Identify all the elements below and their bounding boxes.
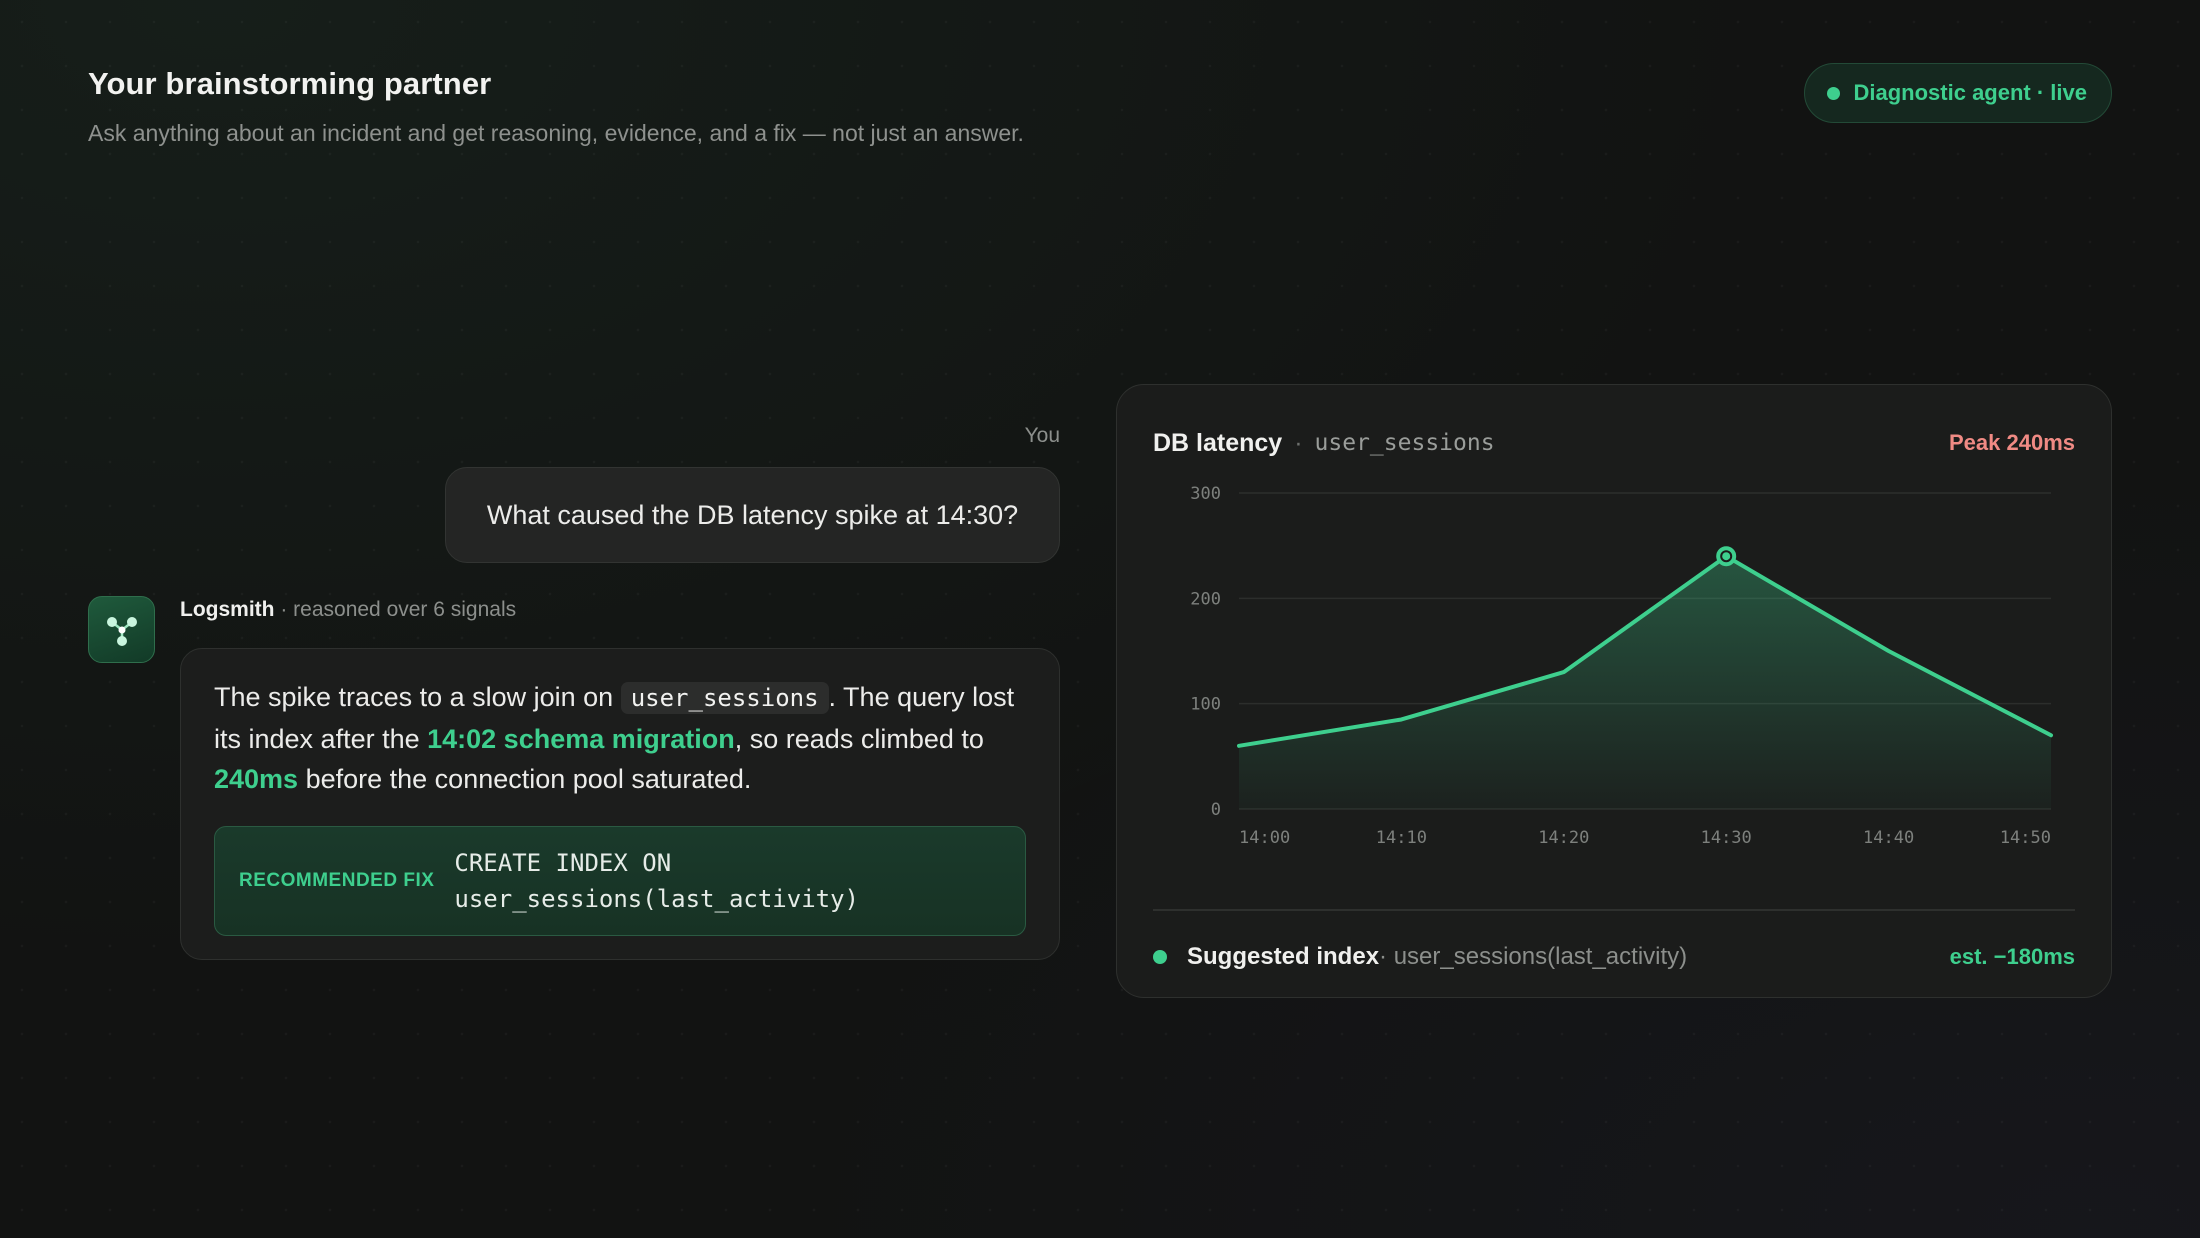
- agent-meta: Logsmith · reasoned over 6 signals: [180, 598, 516, 622]
- fix-code-line: CREATE INDEX ON: [454, 848, 672, 877]
- highlight-latency: 240ms: [214, 764, 299, 794]
- user-message-text: What caused the DB latency spike at 14:3…: [486, 499, 1019, 530]
- suggestion-dot-icon: [1153, 950, 1167, 964]
- live-dot-icon: [1826, 86, 1840, 100]
- latency-area: [1239, 556, 2051, 809]
- x-tick-label: 14:00: [1239, 828, 1290, 848]
- x-tick-label: 14:50: [2000, 828, 2051, 848]
- inline-code-table: user_sessions: [620, 682, 829, 714]
- network-nodes-icon: [106, 616, 137, 646]
- page-title: Your brainstorming partner: [88, 66, 492, 101]
- y-tick-label: 0: [1211, 800, 1221, 820]
- latency-chart: 0 100 200 300 14:00 14:10 14:20 14:30 14:40 14:50: [1190, 484, 2053, 848]
- y-tick-label: 200: [1190, 589, 1221, 609]
- x-tick-label: 14:40: [1863, 828, 1914, 848]
- suggested-index-detail: · user_sessions(last_activity): [1379, 943, 1688, 970]
- fix-code-line: user_sessions(last_activity): [454, 884, 859, 913]
- page-subtitle: Ask anything about an incident and get r…: [88, 120, 1024, 146]
- agent-meta-detail: · reasoned over 6 signals: [274, 598, 517, 621]
- recommended-fix-box[interactable]: RECOMMENDED FIX CREATE INDEX ON user_sess…: [214, 825, 1026, 936]
- user-message-bubble: What caused the DB latency spike at 14:3…: [445, 467, 1060, 563]
- highlight-migration: 14:02 schema migration: [427, 723, 735, 754]
- agent-text-part: The spike traces to a slow join on: [214, 682, 621, 712]
- agent-avatar: [88, 596, 155, 663]
- card-footer: Suggested index · user_sessions(last_act…: [1153, 937, 2075, 977]
- agent-message-text: The spike traces to a slow join on user_…: [214, 677, 1026, 800]
- recommended-fix-label: RECOMMENDED FIX: [239, 869, 435, 891]
- agent-message-bubble: The spike traces to a slow join on user_…: [180, 648, 1060, 960]
- latency-chart-card: DB latency · user_sessions Peak 240ms 01…: [1116, 384, 2112, 998]
- suggested-index-label: Suggested index: [1187, 943, 1380, 970]
- agent-text-part: before the connection pool saturated.: [298, 764, 752, 794]
- page-header: Your brainstorming partner Ask anything …: [88, 66, 1024, 147]
- recommended-fix-code: CREATE INDEX ON user_sessions(last_activi…: [454, 845, 859, 917]
- agent-text-part: , so reads climbed to: [734, 723, 984, 754]
- status-badge[interactable]: Diagnostic agent · live: [1803, 63, 2112, 123]
- card-divider: [1153, 909, 2075, 911]
- x-tick-label: 14:30: [1701, 828, 1752, 848]
- agent-name: Logsmith: [180, 598, 275, 621]
- y-tick-label: 100: [1190, 695, 1221, 715]
- x-tick-label: 14:10: [1376, 828, 1427, 848]
- peak-point-core: [1722, 552, 1731, 561]
- y-tick-label: 300: [1190, 484, 1221, 504]
- estimated-improvement: est. −180ms: [1949, 944, 2075, 969]
- status-badge-label: Diagnostic agent · live: [1853, 80, 2088, 105]
- user-label: You: [1024, 424, 1060, 447]
- x-tick-label: 14:20: [1538, 828, 1589, 848]
